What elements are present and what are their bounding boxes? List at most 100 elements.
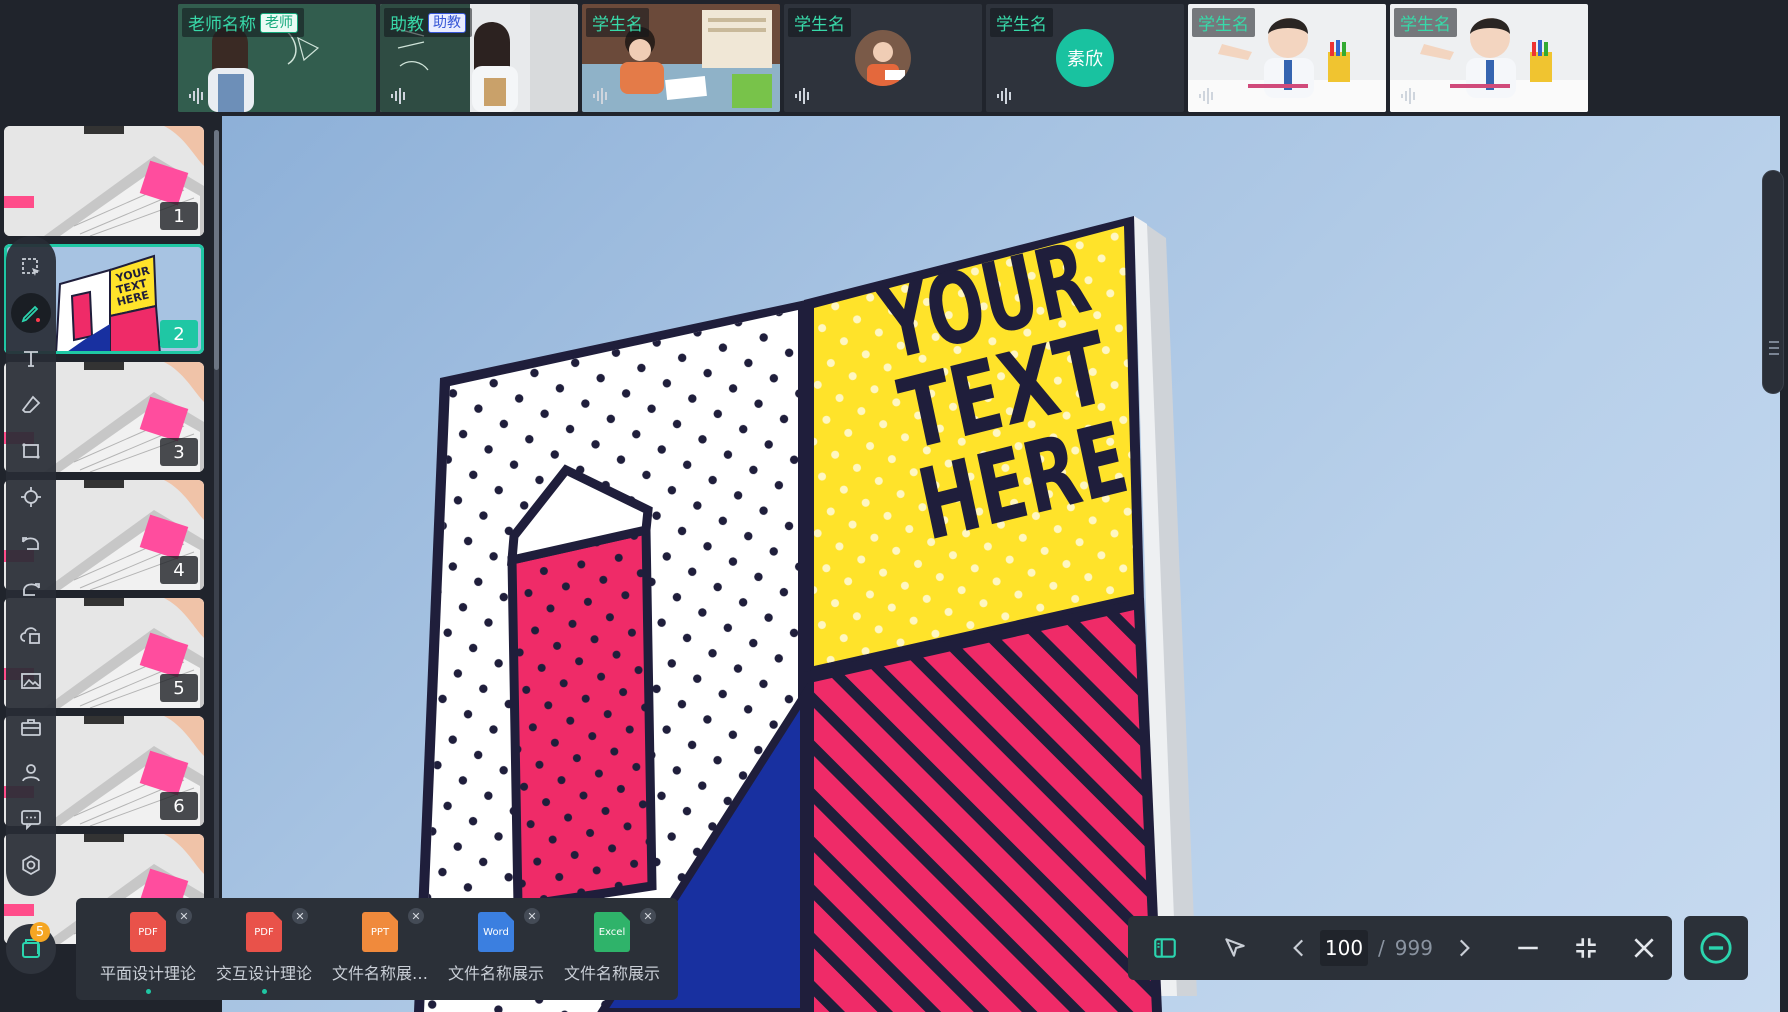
audio-level-icon xyxy=(997,88,1011,104)
exit-fullscreen-button[interactable] xyxy=(1573,935,1599,961)
video-tile[interactable]: 学生名 xyxy=(582,4,780,112)
file-item[interactable]: Word 文件名称展示 ✕ xyxy=(438,906,554,994)
video-tile[interactable]: 学生名 xyxy=(1390,4,1588,112)
laser-tool[interactable] xyxy=(11,477,51,517)
collapse-icon xyxy=(1576,938,1596,958)
file-type-icon: PDF xyxy=(246,912,282,952)
text-icon xyxy=(24,351,38,367)
toggle-thumbnails-button[interactable] xyxy=(1152,935,1178,961)
file-type-label: PDF xyxy=(254,926,274,938)
user-tool[interactable] xyxy=(11,753,51,793)
thumbnail-page-number: 6 xyxy=(160,792,198,820)
file-type-icon: Excel xyxy=(594,912,630,952)
redo-tool[interactable] xyxy=(11,569,51,609)
video-tile[interactable]: 助教 助教 xyxy=(380,4,578,112)
undo-tool[interactable] xyxy=(11,523,51,563)
file-type-icon: Word xyxy=(478,912,514,952)
role-badge: 老师 xyxy=(260,12,298,33)
files-count-badge: 5 xyxy=(30,922,50,942)
prev-page-button[interactable] xyxy=(1286,935,1312,961)
file-item[interactable]: Excel 文件名称展示 ✕ xyxy=(554,906,670,994)
select-icon xyxy=(22,258,40,276)
thumbnail-scrollbar[interactable] xyxy=(214,130,219,930)
pen-tool[interactable] xyxy=(11,293,51,333)
audio-level-icon xyxy=(1401,88,1415,104)
thumbnail-page-number: 1 xyxy=(160,202,198,230)
select-tool[interactable] xyxy=(11,247,51,287)
page-controls: / 999 xyxy=(1128,916,1672,980)
image-icon xyxy=(21,673,41,689)
cloud-files-tool[interactable] xyxy=(11,615,51,655)
audio-level-icon xyxy=(1199,88,1213,104)
whiteboard-canvas[interactable]: YOUR TEXT HERE xyxy=(222,116,1780,1012)
file-type-label: PDF xyxy=(138,926,158,938)
role-badge: 助教 xyxy=(428,12,466,33)
file-name: 文件名称展示 xyxy=(447,964,544,983)
participant-name: 助教 xyxy=(390,15,424,35)
undo-icon xyxy=(22,537,39,550)
file-tray: PDF 平面设计理论 ✕ PDF 交互设计理论 ✕ PPT 文件名称展… ✕ Word 文件名称展示… xyxy=(76,898,678,1000)
file-type-label: PPT xyxy=(370,926,390,938)
video-tile[interactable]: 学生名 xyxy=(1188,4,1386,112)
thumbnail-page-number: 2 xyxy=(160,320,198,348)
slide-thumbnail[interactable]: 1 xyxy=(4,126,204,236)
sidebar-icon xyxy=(1154,938,1176,958)
chat-tool[interactable] xyxy=(11,799,51,839)
thumbnail-page-number: 3 xyxy=(160,438,198,466)
participant-name-tag: 学生名 xyxy=(586,8,649,37)
settings-icon xyxy=(22,854,40,876)
text-tool[interactable] xyxy=(11,339,51,379)
close-file-button[interactable]: ✕ xyxy=(408,908,424,924)
audio-level-icon xyxy=(391,88,405,104)
shape-tool[interactable] xyxy=(11,431,51,471)
toolbox-icon xyxy=(21,719,41,736)
participant-name: 学生名 xyxy=(1400,15,1451,35)
close-file-button[interactable]: ✕ xyxy=(176,908,192,924)
close-board-button[interactable] xyxy=(1631,935,1657,961)
minus-icon xyxy=(1518,946,1538,950)
file-name: 交互设计理论 xyxy=(215,964,312,983)
tool-rail xyxy=(6,236,56,896)
participant-name: 学生名 xyxy=(1198,15,1249,35)
pointer-icon xyxy=(1225,938,1245,957)
video-tile[interactable]: 素欣 学生名 xyxy=(986,4,1184,112)
close-icon xyxy=(1634,938,1654,958)
participant-name-tag: 老师名称 老师 xyxy=(182,8,304,37)
file-type-icon: PPT xyxy=(362,912,398,952)
participant-name-tag: 学生名 xyxy=(990,8,1053,37)
close-file-button[interactable]: ✕ xyxy=(524,908,540,924)
participant-name-tag: 助教 助教 xyxy=(384,8,472,37)
image-tool[interactable] xyxy=(11,661,51,701)
cloud-file-icon xyxy=(20,627,40,644)
page-number-input[interactable] xyxy=(1320,930,1368,966)
pointer-button[interactable] xyxy=(1222,935,1248,961)
file-item[interactable]: PDF 交互设计理论 ✕ xyxy=(206,906,322,994)
canvas-scrollbar[interactable] xyxy=(1762,170,1784,394)
video-tile[interactable]: 老师名称 老师 xyxy=(178,4,376,112)
redo-icon xyxy=(23,583,40,596)
toolbox-tool[interactable] xyxy=(11,707,51,747)
file-open-indicator xyxy=(145,989,151,994)
file-type-label: Excel xyxy=(598,926,626,938)
participant-name: 学生名 xyxy=(592,15,643,35)
participant-name: 学生名 xyxy=(996,15,1047,35)
close-file-button[interactable]: ✕ xyxy=(640,908,656,924)
video-strip: 老师名称 老师 助教 助教 学生名 学生名 素欣 学生名 学生名 学生名 xyxy=(178,4,1588,112)
file-open-indicator xyxy=(261,989,267,994)
settings-tool[interactable] xyxy=(11,845,51,885)
minimize-button[interactable] xyxy=(1515,935,1541,961)
avatar-text: 素欣 xyxy=(1067,49,1103,70)
end-class-button[interactable] xyxy=(1684,916,1748,980)
laser-pointer-icon xyxy=(21,487,41,507)
participant-name: 学生名 xyxy=(794,15,845,35)
file-item[interactable]: PPT 文件名称展… ✕ xyxy=(322,906,438,994)
close-file-button[interactable]: ✕ xyxy=(292,908,308,924)
file-item[interactable]: PDF 平面设计理论 ✕ xyxy=(90,906,206,994)
avatar: 素欣 xyxy=(1056,29,1114,87)
next-page-button[interactable] xyxy=(1451,935,1477,961)
video-tile[interactable]: 学生名 xyxy=(784,4,982,112)
chat-icon xyxy=(21,810,41,831)
avatar xyxy=(855,30,911,86)
eraser-tool[interactable] xyxy=(11,385,51,425)
files-button[interactable]: 5 xyxy=(6,922,56,974)
